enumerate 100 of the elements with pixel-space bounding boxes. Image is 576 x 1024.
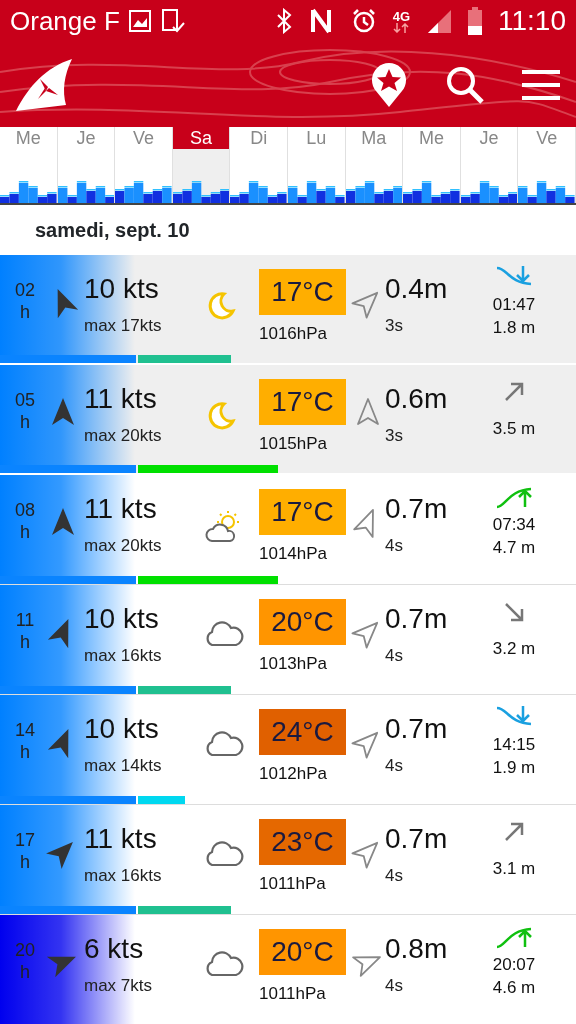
swell-period: 3s [385,425,404,447]
swell-height: 0.7m [385,822,449,856]
hour-unit: h [19,961,31,983]
signal-icon [426,8,452,34]
swell-height: 0.7m [385,712,449,746]
tide-height: 4.7 m [492,537,536,559]
gust-speed: max 16kts [84,645,163,667]
gust-speed: max 7kts [84,975,154,997]
carrier-name: Orange F [10,4,120,38]
hour-label: 11 [14,609,36,631]
wind-histogram-drawing [518,179,575,203]
hour-unit: h [19,301,31,323]
wind-speed: 10 kts [84,602,160,636]
tide-height: 3.5 m [492,418,536,440]
temperature-badge: 17°C [259,489,346,535]
wind-speed: 10 kts [84,712,160,746]
wind-histogram-drawing [57,179,115,203]
swell-period: 4s [385,645,404,667]
search-icon[interactable] [446,65,484,104]
tide-height: 4.6 m [492,977,536,999]
day-tab[interactable]: Di [230,127,288,203]
swell-period: 4s [385,975,404,997]
date-heading: samedi, sept. 10 [34,218,191,243]
hour-label: 08 [14,499,36,521]
swell-height: 0.7m [385,492,449,526]
temperature-badge: 20°C [259,599,346,645]
swell-period: 4s [385,865,404,887]
image-icon [127,9,152,33]
swell-period: 4s [385,755,404,777]
day-tab[interactable]: Me [403,127,461,203]
pressure: 1016hPa [259,323,329,345]
wind-histogram-drawing [115,179,172,203]
swell-height: 0.7m [385,602,449,636]
temperature-badge: 17°C [259,269,346,315]
data-arrows-icon [393,22,410,33]
wind-histogram-drawing [460,179,518,203]
wind-histogram-drawing [172,179,230,203]
day-tab[interactable]: Je [57,127,116,203]
logo-icon[interactable] [16,56,74,113]
wind-speed: 11 kts [84,382,158,416]
tide-time: 01:47 [492,294,536,316]
wind-speed: 6 kts [84,932,145,966]
pressure: 1012hPa [259,763,329,785]
bluetooth-icon [274,8,293,34]
gust-speed: max 16kts [84,865,163,887]
wind-histogram-drawing [345,179,403,203]
wind-histogram-drawing [287,179,345,203]
day-tab[interactable]: Sa [172,127,231,203]
temperature-badge: 24°C [259,709,346,755]
wind-speed: 11 kts [84,822,158,856]
hour-unit: h [19,631,31,653]
tide-height: 3.2 m [492,638,536,660]
pressure: 1011hPa [259,983,327,1005]
hour-unit: h [19,521,31,543]
swell-period: 4s [385,535,404,557]
gust-speed: max 14kts [84,755,163,777]
clock-time: 11:10 [498,4,566,38]
temperature-badge: 23°C [259,819,346,865]
tide-height: 1.9 m [492,757,536,779]
wind-histogram-drawing [0,179,57,203]
swell-height: 0.8m [385,932,449,966]
hour-label: 02 [14,279,36,301]
gust-speed: max 20kts [84,535,163,557]
gust-speed: max 17kts [84,315,163,337]
favorite-location-icon[interactable] [370,62,408,107]
hour-unit: h [19,741,31,763]
day-tab[interactable]: Ve [518,127,576,203]
wind-speed: 10 kts [84,272,160,306]
battery-icon [468,7,482,35]
day-tab[interactable]: Lu [287,127,346,203]
pressure: 1013hPa [259,653,329,675]
pressure: 1011hPa [259,873,327,895]
menu-icon[interactable] [522,68,560,101]
pressure: 1014hPa [259,543,329,565]
day-tab[interactable]: Ma [345,127,404,203]
tide-time: 14:15 [492,734,536,756]
day-tab[interactable]: Me [0,127,58,203]
pressure: 1015hPa [259,433,329,455]
temperature-badge: 17°C [259,379,346,425]
wind-speed: 11 kts [84,492,158,526]
gust-speed: max 20kts [84,425,163,447]
network-type: 4G [392,9,410,23]
hour-unit: h [19,411,31,433]
hour-label: 17 [14,829,36,851]
device-check-icon [159,8,186,34]
temperature-badge: 20°C [259,929,346,975]
swell-height: 0.6m [385,382,449,416]
hour-label: 20 [14,939,36,961]
tide-height: 1.8 m [492,317,536,339]
hour-label: 14 [14,719,36,741]
day-tab[interactable]: Je [460,127,519,203]
tide-height: 3.1 m [492,858,536,880]
hour-label: 05 [14,389,36,411]
swell-height: 0.4m [385,272,449,306]
wind-histogram-drawing [403,179,460,203]
tide-time: 20:07 [492,954,536,976]
day-tab[interactable]: Ve [115,127,173,203]
swell-period: 3s [385,315,404,337]
hour-unit: h [19,851,31,873]
wind-histogram-drawing [230,179,287,203]
